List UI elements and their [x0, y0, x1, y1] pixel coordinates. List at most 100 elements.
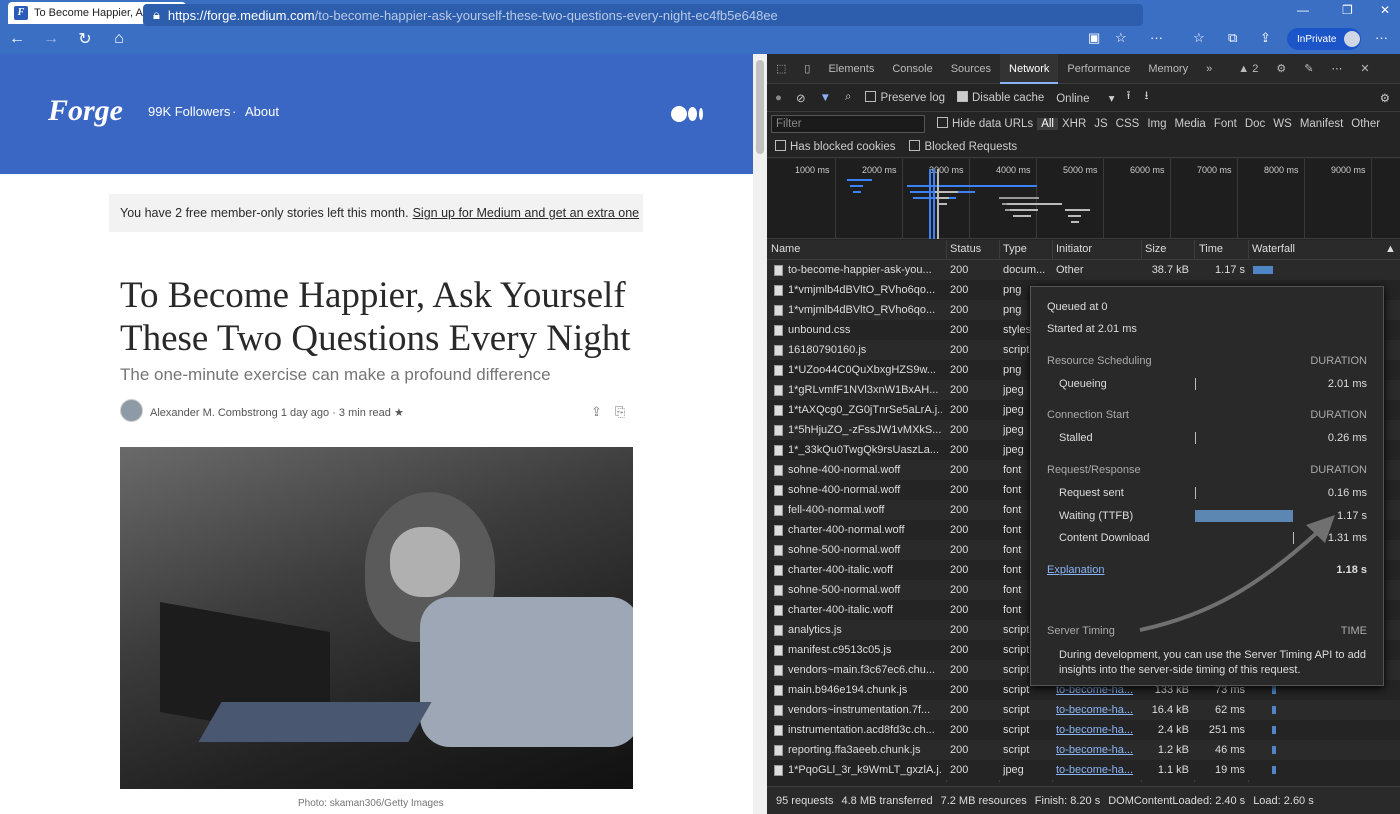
sort-up-icon[interactable]: ▲ [1385, 243, 1396, 255]
tab-console[interactable]: Console [883, 54, 941, 84]
followers-link[interactable]: 99K Followers [148, 104, 230, 119]
queueing-label: Queueing [1059, 378, 1107, 390]
share-icon[interactable]: ⇪ [1260, 30, 1271, 46]
request-initiator[interactable]: to-become-ha... [1056, 744, 1140, 756]
explanation-link[interactable]: Explanation [1047, 564, 1105, 576]
network-settings-icon[interactable]: ⚙ [1380, 91, 1390, 105]
record-icon[interactable]: ● [775, 92, 782, 104]
tab-memory[interactable]: Memory [1139, 54, 1197, 84]
device-toggle-icon[interactable]: ▯ [795, 54, 819, 84]
filter-type-ws[interactable]: WS [1269, 118, 1296, 130]
url-field[interactable]: 🔒︎ https://forge.medium.com/to-become-ha… [143, 4, 1143, 26]
medium-logo-icon[interactable] [671, 106, 707, 122]
home-icon[interactable]: ⌂ [102, 30, 136, 48]
throttle-select[interactable]: Online ▾ [1056, 91, 1114, 105]
request-status: 200 [950, 404, 969, 416]
file-icon [774, 705, 783, 716]
filter-type-xhr[interactable]: XHR [1058, 118, 1090, 130]
queueing-value: 2.01 ms [1327, 378, 1367, 390]
share-icon[interactable]: ⇪ [591, 404, 602, 420]
network-overview[interactable]: 1000 ms 2000 ms 3000 ms 4000 ms 5000 ms 6000 … [767, 159, 1400, 239]
hide-data-urls-checkbox[interactable]: Hide data URLs [937, 117, 1033, 130]
network-status-bar: 95 requests 4.8 MB transferred 7.2 MB reso… [767, 786, 1400, 814]
filter-type-all[interactable]: All [1037, 118, 1058, 130]
filter-type-other[interactable]: Other [1347, 118, 1384, 130]
col-status[interactable]: Status [950, 243, 981, 255]
import-icon[interactable]: ⭱ [1126, 88, 1130, 107]
maximize-icon[interactable]: ❐ [1342, 3, 1353, 17]
request-name: 16180790160.js [788, 344, 867, 356]
request-time: 19 ms [1215, 764, 1245, 776]
menu-icon[interactable]: ··· [1375, 30, 1388, 45]
connection-header: Connection Start [1047, 409, 1129, 421]
table-row[interactable]: instrumentation.acd8fd3c.ch... 200 script t… [767, 720, 1400, 740]
col-name[interactable]: Name [771, 243, 800, 255]
forward-icon[interactable]: → [34, 30, 68, 48]
author-avatar[interactable] [120, 399, 143, 422]
col-waterfall[interactable]: Waterfall [1252, 243, 1295, 255]
devtools-menu-icon[interactable]: ⋯ [1322, 54, 1351, 84]
filter-icon[interactable]: ▼ [820, 92, 831, 104]
bookmark-icon[interactable]: ⎘ [615, 404, 625, 420]
feedback-icon[interactable]: ✎ [1295, 54, 1322, 84]
close-window-icon[interactable]: ✕ [1380, 3, 1390, 17]
collections-icon[interactable]: ⧉ [1228, 30, 1237, 46]
overview-tick: 4000 ms [996, 165, 1031, 175]
request-initiator[interactable]: to-become-ha... [1056, 764, 1140, 776]
col-size[interactable]: Size [1145, 243, 1166, 255]
preserve-log-checkbox[interactable]: Preserve log [865, 90, 945, 104]
export-icon[interactable]: ⭳ [1145, 88, 1149, 107]
request-initiator[interactable]: to-become-ha... [1056, 724, 1140, 736]
col-initiator[interactable]: Initiator [1056, 243, 1092, 255]
issues-badge[interactable]: ▲ 2 [1229, 54, 1267, 84]
filter-input[interactable]: Filter [771, 115, 925, 133]
about-link[interactable]: About [245, 104, 279, 119]
tab-sources[interactable]: Sources [942, 54, 1000, 84]
filter-type-css[interactable]: CSS [1112, 118, 1144, 130]
table-row[interactable]: reporting.ffa3aeeb.chunk.js 200 script to-b… [767, 740, 1400, 760]
table-row[interactable]: vendors~instrumentation.7f... 200 script to… [767, 700, 1400, 720]
tab-performance[interactable]: Performance [1058, 54, 1139, 84]
refresh-icon[interactable]: ↻ [68, 29, 102, 49]
filter-bar: Filter Hide data URLs All XHR JS CSS Img Medi… [767, 112, 1400, 136]
inspect-icon[interactable]: ⬚ [767, 54, 795, 84]
minimize-icon[interactable]: — [1297, 3, 1309, 17]
signup-link[interactable]: Sign up for Medium and get an extra one [413, 206, 640, 220]
clear-icon[interactable]: ⊘ [796, 91, 806, 105]
filter-type-media[interactable]: Media [1171, 118, 1210, 130]
overview-marker [937, 169, 939, 239]
member-banner: You have 2 free member-only stories left… [109, 194, 643, 232]
page-scrollbar-thumb[interactable] [756, 60, 764, 154]
blocked-requests-checkbox[interactable]: Blocked Requests [909, 139, 1017, 153]
inprivate-badge[interactable]: InPrivate [1287, 28, 1361, 50]
duration-header: DURATION [1310, 464, 1367, 476]
col-type[interactable]: Type [1003, 243, 1027, 255]
reader-icon[interactable]: ▣ [1088, 30, 1100, 46]
filter-type-img[interactable]: Img [1143, 118, 1170, 130]
table-row[interactable]: to-become-happier-ask-you... 200 docum... O… [767, 260, 1400, 280]
disable-cache-checkbox[interactable]: Disable cache [957, 90, 1044, 104]
request-type: script [1003, 724, 1030, 736]
publication-logo[interactable]: Forge [48, 94, 123, 128]
extensions-icon[interactable]: ··· [1150, 30, 1163, 45]
filter-type-font[interactable]: Font [1210, 118, 1241, 130]
favorite-star-icon[interactable]: ☆ [1115, 30, 1127, 46]
search-icon[interactable]: ⌕ [845, 91, 851, 104]
request-initiator[interactable]: to-become-ha... [1056, 704, 1140, 716]
col-time[interactable]: Time [1199, 243, 1223, 255]
settings-icon[interactable]: ⚙ [1267, 54, 1295, 84]
request-status: 200 [950, 564, 969, 576]
back-icon[interactable]: ← [0, 30, 34, 48]
filter-type-doc[interactable]: Doc [1241, 118, 1269, 130]
favorites-icon[interactable]: ☆ [1193, 30, 1205, 46]
more-tabs-icon[interactable]: » [1197, 54, 1221, 84]
filter-type-manifest[interactable]: Manifest [1296, 118, 1347, 130]
blocked-cookies-checkbox[interactable]: Has blocked cookies [775, 139, 895, 153]
tab-elements[interactable]: Elements [819, 54, 883, 84]
request-status: 200 [950, 464, 969, 476]
tab-network[interactable]: Network [1000, 53, 1059, 84]
filter-type-js[interactable]: JS [1090, 118, 1111, 130]
page-scrollbar[interactable] [753, 54, 767, 814]
close-devtools-icon[interactable]: ✕ [1351, 54, 1378, 84]
table-row[interactable]: 1*PqoGLl_3r_k9WmLT_gxzlA.j... 200 jpeg to-b… [767, 760, 1400, 780]
